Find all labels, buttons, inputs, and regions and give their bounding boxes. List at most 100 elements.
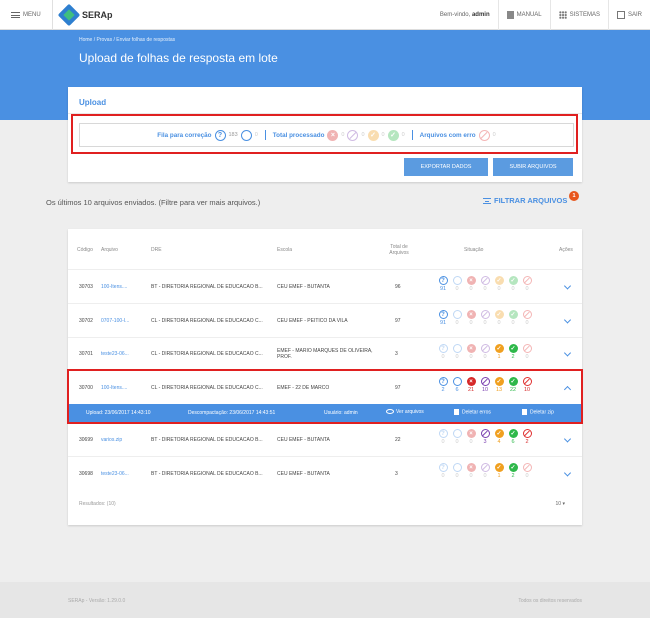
ban-icon [522,463,532,472]
status-count: 1 [497,354,501,360]
status-count: 0 [511,320,515,326]
check-green-icon: ✓ [508,463,518,472]
status-count: 0 [525,354,529,360]
check-orange-icon: ✓ [494,463,504,472]
status-icons: ? 91 0 × 0 0 ✓ 0 ✓ 0 0 [438,310,532,326]
status-icons: ? 0 0 × 0 0 ✓ 1 ✓ 2 0 [438,344,532,360]
cell-arquivo[interactable]: 100-Itens.... [101,284,127,290]
filter-button[interactable]: FILTRAR ARQUIVOS [483,196,567,205]
status-count: 0 [469,320,473,326]
check-green-icon: ✓ [508,276,518,285]
error-icon: × [466,344,476,353]
status-count: 2 [511,473,515,479]
question-icon: ? [438,429,448,438]
cell-total: 96 [395,283,401,290]
table-row[interactable]: 30701 teste23-06... CL - DIRETORIA REGIONA… [68,337,582,370]
table-row[interactable]: 30702 0707-100-I... CL - DIRETORIA REGIONA… [68,303,582,337]
page-size-select[interactable]: 10 ▾ [556,501,565,507]
status-count: 0 [455,439,459,445]
cell-dre: BT - DIRETORIA REGIONAL DE EDUCACAO B... [151,470,263,477]
col-codigo: Código [77,247,93,253]
app-logo[interactable]: SERAp [57,3,113,26]
status-count: 0 [441,354,445,360]
question-icon: ? [438,310,448,319]
cell-total: 3 [395,351,398,357]
cell-dre: CL - DIRETORIA REGIONAL DE EDUCACAO C... [151,351,263,357]
cell-escola: CEU EMEF - BUTANTA [277,283,330,290]
status-count: 0 [525,473,529,479]
cell-arquivo[interactable]: teste23-06... [101,471,129,477]
status-icons: ? 0 0 × 0 3 ✓ 4 ✓ 6 2 [438,429,532,445]
status-count: 3 [483,439,487,445]
upload-files-button[interactable]: SUBIR ARQUIVOS [493,158,573,176]
cell-escola: CEU EMEF - PEITICO DA VILA [277,317,348,324]
table-row[interactable]: 30699 varios.zip BT - DIRETORIA REGIONAL D… [68,422,582,456]
chevron-down-icon[interactable] [563,468,572,477]
col-escola: Escola [277,247,293,253]
table-row[interactable]: 30698 teste23-06... BT - DIRETORIA REGIONA… [68,456,582,490]
status-count: 0 [483,473,487,479]
chevron-down-icon[interactable] [563,349,572,357]
status-count: 0 [441,439,445,445]
status-count: 91 [439,320,447,326]
status-count: 0 [455,320,459,326]
chevron-down-icon[interactable] [563,281,572,290]
cell-escola: EMEF - MARIO MARQUES DE OLIVEIRA, PROF. [277,348,373,360]
manual-button[interactable]: MANUAL [497,0,550,30]
footer: SERAp - Versão: 1.29.0.0 Todos os direit… [0,582,650,618]
filter-badge: 1 [569,191,579,201]
status-count: 0 [483,320,487,326]
top-bar: MENU SERAp Bem-vindo, admin MANUAL SISTE… [0,0,650,30]
check-orange-icon: ✓ [494,429,504,438]
cell-arquivo[interactable]: 0707-100-I... [101,318,129,324]
breadcrumb[interactable]: Home / Provas / Enviar folhas de respost… [79,37,175,43]
chevron-down-icon[interactable] [563,434,572,443]
status-count: 0 [469,439,473,445]
question-icon: ? [438,463,448,472]
ban-icon [522,429,532,438]
cell-arquivo[interactable]: teste23-06... [101,351,129,357]
check-orange-icon: ✓ [494,344,504,353]
cell-codigo: 30703 [79,283,93,290]
col-dre: DRE [151,247,162,253]
blocked-icon [480,344,490,353]
status-count: 0 [483,286,487,292]
export-button[interactable]: EXPORTAR DADOS [404,158,488,176]
cell-dre: BT - DIRETORIA REGIONAL DE EDUCACAO B... [151,283,263,290]
status-count: 0 [497,320,501,326]
error-icon: × [466,276,476,285]
check-green-icon: ✓ [508,429,518,438]
status-icons: ? 0 0 × 0 0 ✓ 1 ✓ 2 0 [438,463,532,479]
status-count: 0 [483,354,487,360]
cell-total: 3 [395,470,398,477]
cell-codigo: 30701 [79,351,93,357]
serap-logo-icon [57,3,81,26]
status-count: 0 [455,354,459,360]
status-count: 0 [525,286,529,292]
chevron-down-icon[interactable] [563,315,572,324]
check-green-icon: ✓ [508,310,518,319]
upload-title: Upload [79,98,107,107]
error-icon: × [466,310,476,319]
status-count: 4 [497,439,501,445]
results-count: Resultados: (10) [79,501,116,507]
apps-grid-icon [558,10,567,19]
status-count: 2 [525,439,529,445]
status-count: 0 [525,320,529,326]
highlight-box [67,369,583,424]
cell-total: 97 [395,317,401,324]
logout-button[interactable]: SAIR [607,0,650,30]
document-icon [506,10,514,19]
menu-button[interactable]: MENU [0,11,52,18]
table-row[interactable]: 30703 100-Itens.... BT - DIRETORIA REGIONA… [68,269,582,303]
error-icon: × [466,463,476,472]
ban-icon [522,310,532,319]
sistemas-button[interactable]: SISTEMAS [549,0,608,30]
pending-icon [452,310,462,319]
blocked-icon [480,276,490,285]
cell-arquivo[interactable]: varios.zip [101,437,122,443]
welcome-text: Bem-vindo, admin [439,11,490,18]
highlight-box [71,114,578,154]
status-count: 0 [497,286,501,292]
status-count: 91 [439,286,447,292]
